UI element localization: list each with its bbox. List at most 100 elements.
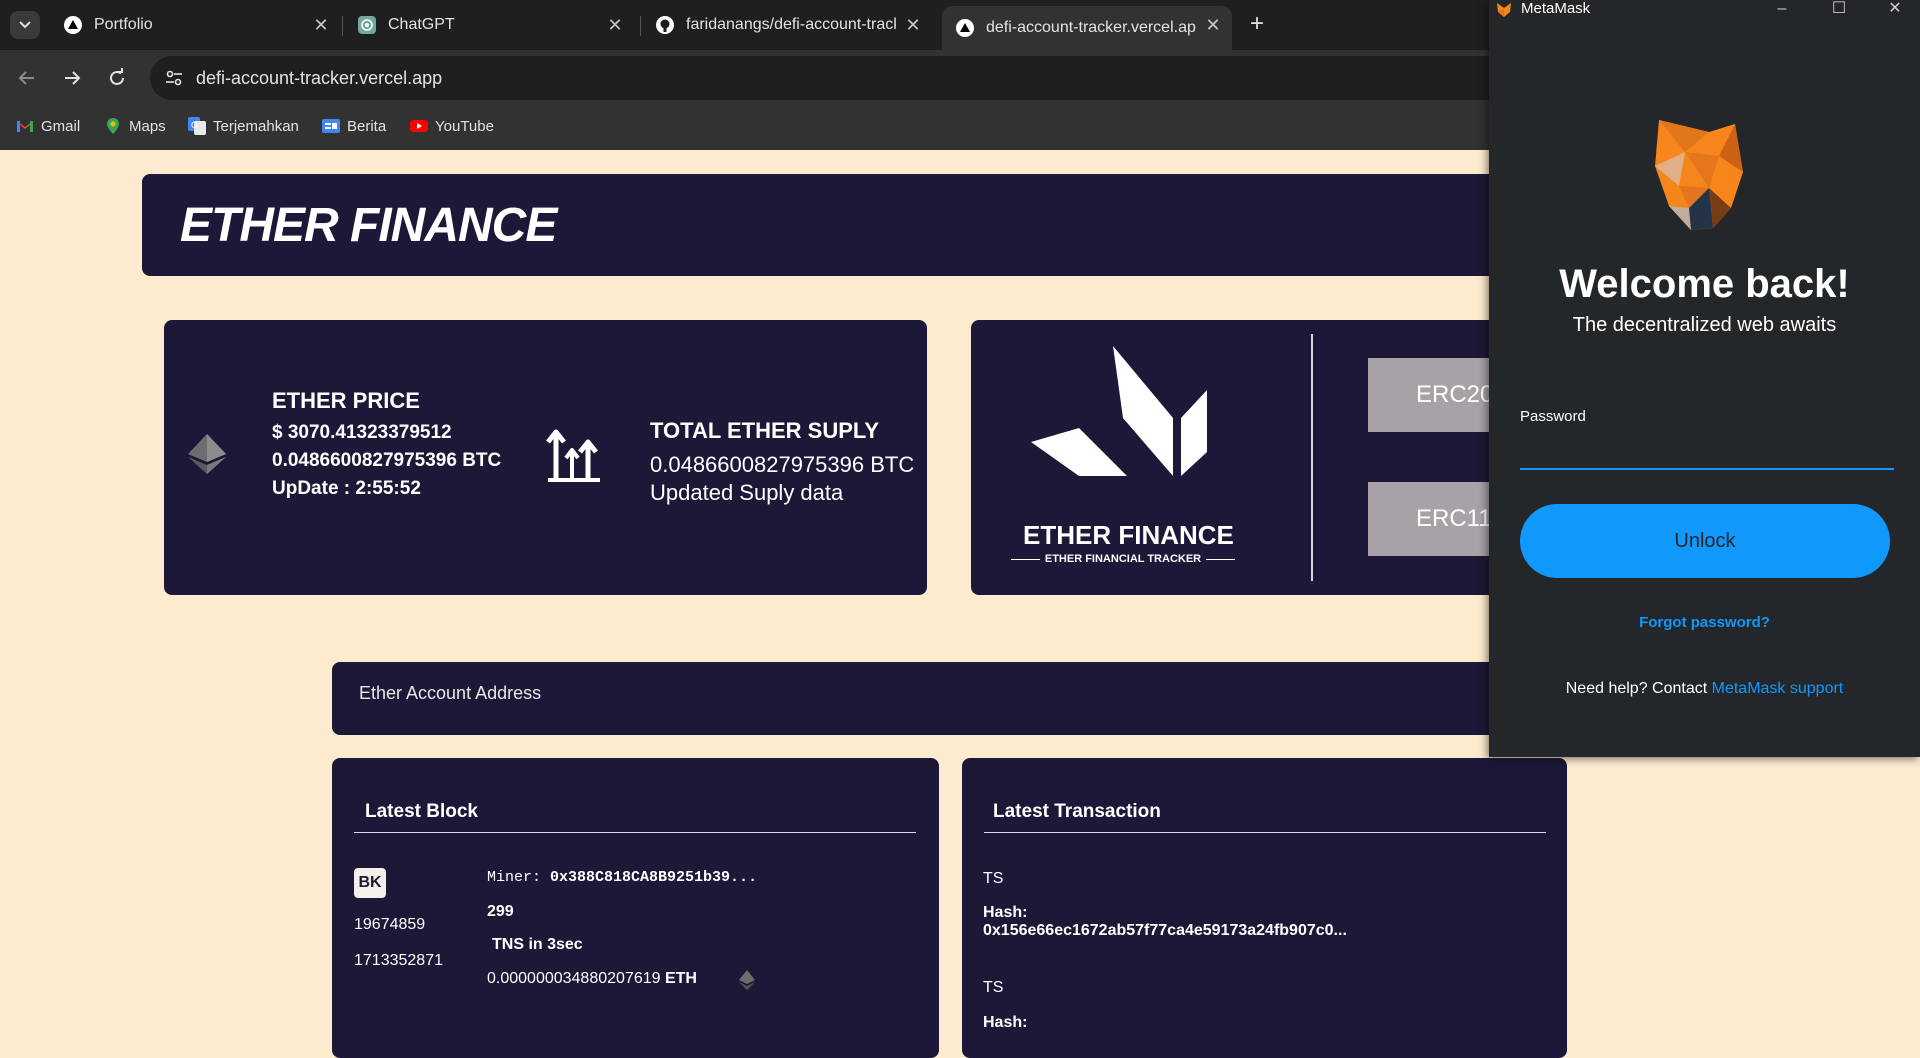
tab-search-button[interactable] <box>10 11 40 39</box>
site-settings-icon[interactable] <box>164 68 184 88</box>
youtube-icon <box>410 120 428 132</box>
ether-price-usd: $ 3070.41323379512 <box>272 422 452 443</box>
tab-label: Portfolio <box>94 16 153 33</box>
reload-icon[interactable] <box>106 67 128 89</box>
close-icon[interactable]: ✕ <box>904 16 922 34</box>
close-icon[interactable]: ✕ <box>1885 0 1905 20</box>
new-tab-button[interactable]: + <box>1244 12 1270 38</box>
bookmark-label: Terjemahkan <box>213 117 299 135</box>
ether-price-title: ETHER PRICE <box>272 388 420 413</box>
reward-unit: ETH <box>664 970 697 987</box>
close-icon[interactable]: ✕ <box>606 16 624 34</box>
tab-separator <box>342 16 343 36</box>
bookmark-berita[interactable]: Berita <box>322 117 386 135</box>
ether-finance-logo-icon <box>1031 346 1207 476</box>
hash-label: Hash: <box>983 1014 1028 1031</box>
ether-price-card: ETHER PRICE $ 3070.41323379512 0.0486600… <box>164 320 927 595</box>
ethereum-icon <box>739 970 755 990</box>
bookmark-label: Maps <box>129 117 166 135</box>
svg-text:G: G <box>191 120 198 130</box>
tagline-rule <box>1206 558 1235 560</box>
logo-name: ETHER FINANCE <box>1023 520 1234 550</box>
metamask-welcome-heading: Welcome back! <box>1559 262 1850 306</box>
minimize-icon[interactable]: – <box>1772 0 1792 20</box>
latest-block-card: Latest Block BK 19674859 1713352871 Mine… <box>332 758 939 1058</box>
transaction-hash[interactable]: 0x156e66ec1672ab57f77ca4e59173a24fb907c0… <box>983 922 1347 940</box>
update-time: UpDate : 2:55:52 <box>272 478 421 499</box>
metamask-popup: MetaMask – ☐ ✕ Welcome back! The decentr… <box>1489 0 1920 757</box>
translate-icon: G <box>188 117 206 135</box>
total-supply-btc: 0.0486600827975396 BTC <box>650 452 915 477</box>
tab-label: ChatGPT <box>388 16 455 33</box>
metamask-fox-icon <box>1497 3 1511 17</box>
bookmark-gmail[interactable]: Gmail <box>16 117 80 135</box>
ts-label: TS <box>983 979 1004 996</box>
tab-portfolio[interactable]: Portfolio ✕ <box>50 8 340 42</box>
total-supply-title: TOTAL ETHER SUPLY <box>650 418 880 443</box>
block-number[interactable]: 19674859 <box>354 916 425 934</box>
tns-label: TNS in 3sec <box>492 936 583 953</box>
latest-block-title: Latest Block <box>365 801 478 822</box>
tab-label: defi-account-tracker.vercel.app <box>986 19 1196 36</box>
news-icon <box>322 119 340 133</box>
forward-arrow-icon[interactable] <box>61 67 83 89</box>
bookmark-label: YouTube <box>435 117 494 135</box>
plus-icon: + <box>1249 10 1264 37</box>
close-icon[interactable]: ✕ <box>312 16 330 34</box>
ethereum-icon <box>188 434 226 474</box>
metamask-support-link[interactable]: MetaMask support <box>1712 680 1844 697</box>
maximize-icon[interactable]: ☐ <box>1829 0 1849 20</box>
miner-address[interactable]: 0x388C818CA8B9251b39... <box>550 869 757 886</box>
back-arrow-icon[interactable] <box>16 67 38 89</box>
metamask-help-text: Need help? Contact MetaMask support <box>1489 680 1920 698</box>
site-title: ETHER FINANCE <box>180 199 557 252</box>
bookmark-label: Berita <box>347 117 387 135</box>
password-input[interactable] <box>1520 438 1894 470</box>
hash-label: Hash: <box>983 904 1028 921</box>
logo-tagline-row: ETHER FINANCIAL TRACKER <box>1011 553 1235 565</box>
reward-row: 0.000000034880207619 ETH <box>487 970 697 988</box>
tab-defi-account-tracker[interactable]: defi-account-tracker.vercel.app ✕ <box>942 6 1232 50</box>
vertical-divider <box>1311 334 1313 581</box>
section-divider <box>354 832 916 833</box>
section-divider <box>984 832 1546 833</box>
metamask-subtitle: The decentralized web awaits <box>1572 314 1837 336</box>
ether-address-input[interactable] <box>357 682 1661 705</box>
miner-label: Miner: <box>487 869 542 886</box>
latest-transaction-title: Latest Transaction <box>993 801 1161 822</box>
vercel-triangle-icon <box>956 19 974 37</box>
ts-label: TS <box>983 870 1004 887</box>
help-prefix: Need help? Contact <box>1565 680 1712 697</box>
logo-tagline: ETHER FINANCIAL TRACKER <box>1044 553 1202 565</box>
tab-chatgpt[interactable]: ChatGPT ✕ <box>344 8 634 42</box>
github-icon <box>656 16 674 34</box>
metamask-fox-logo-icon <box>1655 120 1743 230</box>
supply-note: Updated Suply data <box>650 480 844 505</box>
tab-github[interactable]: faridanangs/defi-account-tracker ✕ <box>642 8 932 42</box>
forgot-password-link[interactable]: Forgot password? <box>1489 614 1920 631</box>
reward-value: 0.000000034880207619 <box>487 970 661 987</box>
bookmark-maps[interactable]: Maps <box>104 117 166 135</box>
chatgpt-icon <box>358 16 376 34</box>
password-label: Password <box>1520 408 1586 425</box>
bookmark-youtube[interactable]: YouTube <box>410 117 494 135</box>
tx-count: 299 <box>487 903 514 920</box>
unlock-button[interactable]: Unlock <box>1520 504 1890 578</box>
ether-price-btc: 0.0486600827975396 BTC <box>272 450 502 471</box>
metamask-titlebar: MetaMask – ☐ ✕ <box>1489 0 1920 20</box>
bookmark-label: Gmail <box>41 117 81 135</box>
vercel-triangle-icon <box>64 16 82 34</box>
close-icon[interactable]: ✕ <box>1204 16 1222 34</box>
latest-transaction-card: Latest Transaction TS Hash: 0x156e66ec16… <box>962 758 1567 1058</box>
metamask-window-title: MetaMask <box>1521 0 1591 17</box>
maps-icon <box>107 118 119 134</box>
chevron-down-icon <box>19 21 31 29</box>
miner-row: Miner: 0x388C818CA8B9251b39... <box>487 869 757 886</box>
url-text: defi-account-tracker.vercel.app <box>196 68 443 88</box>
tagline-rule <box>1011 558 1040 560</box>
block-timestamp: 1713352871 <box>354 952 443 969</box>
chart-up-icon <box>546 429 600 482</box>
bookmark-terjemahkan[interactable]: G Terjemahkan <box>188 117 299 135</box>
tab-separator <box>640 16 641 36</box>
gmail-icon <box>17 121 33 132</box>
